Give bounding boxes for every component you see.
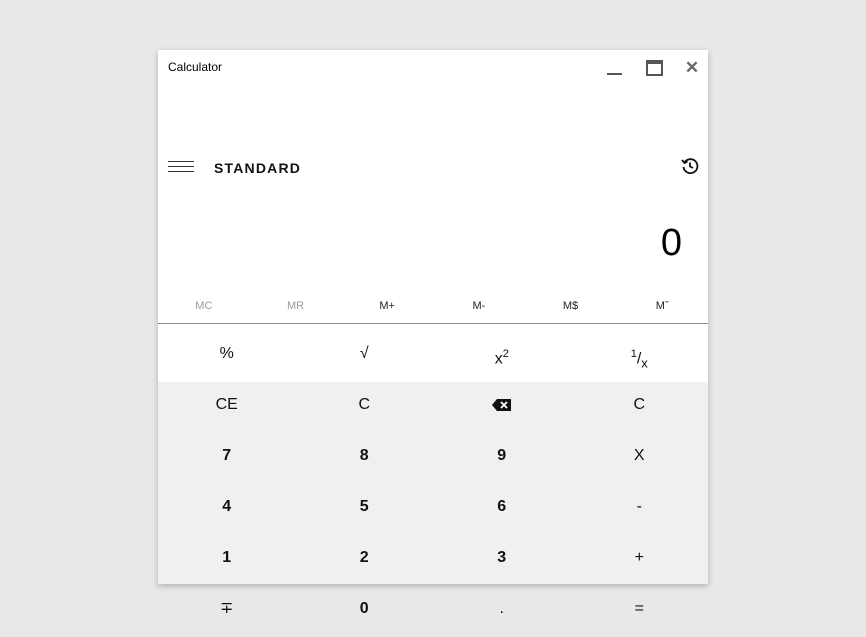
- maximize-icon: [645, 60, 663, 76]
- window-title: Calculator: [168, 60, 223, 74]
- digit-7-button[interactable]: 7: [158, 433, 296, 484]
- digit-5-button[interactable]: 5: [296, 484, 434, 535]
- calculator-top-panel: Calculator ✕ STANDARD 0 MC MR M+ M- M$ M…: [158, 50, 708, 332]
- backspace-button[interactable]: [433, 382, 571, 433]
- clear-button-2[interactable]: C: [571, 382, 709, 433]
- memory-add-button[interactable]: M+: [341, 292, 433, 320]
- digit-4-button[interactable]: 4: [158, 484, 296, 535]
- clear-button[interactable]: C: [296, 382, 434, 433]
- result-display: 0: [660, 222, 682, 264]
- percent-button[interactable]: %: [158, 332, 296, 382]
- square-base: x: [494, 350, 503, 368]
- divider: [158, 323, 708, 324]
- digit-3-button[interactable]: 3: [433, 535, 571, 586]
- square-button[interactable]: x2: [433, 332, 571, 382]
- history-button[interactable]: [680, 156, 700, 176]
- history-icon: [681, 158, 699, 175]
- digit-0-button[interactable]: 0: [296, 586, 434, 637]
- hamburger-menu-button[interactable]: [168, 161, 194, 175]
- reciprocal-denominator: x: [641, 355, 648, 371]
- clear-entry-button[interactable]: CE: [158, 382, 296, 433]
- minimize-icon: [606, 73, 622, 75]
- memory-row: MC MR M+ M- M$ Mˇ: [158, 292, 708, 320]
- digit-6-button[interactable]: 6: [433, 484, 571, 535]
- multiply-button[interactable]: X: [571, 433, 709, 484]
- square-exponent: 2: [502, 348, 509, 360]
- maximize-button[interactable]: [642, 58, 666, 78]
- memory-store-button[interactable]: M$: [525, 292, 617, 320]
- backspace-icon: [491, 398, 511, 411]
- digit-2-button[interactable]: 2: [296, 535, 434, 586]
- mode-title: STANDARD: [214, 160, 302, 176]
- reciprocal-button[interactable]: 1/x: [571, 332, 709, 382]
- close-icon: ✕: [684, 58, 700, 77]
- decimal-button[interactable]: .: [433, 586, 571, 637]
- function-row: % √ x2 1/x: [158, 332, 708, 382]
- minus-button[interactable]: -: [571, 484, 709, 535]
- memory-list-button[interactable]: Mˇ: [616, 292, 708, 320]
- calculator-window: Calculator ✕ STANDARD 0 MC MR M+ M- M$ M…: [158, 50, 708, 617]
- sqrt-button[interactable]: √: [296, 332, 434, 382]
- keypad: CE C C 7 8 9 X 4 5 6 - 1 2 3 + ∓ 0 . =: [158, 382, 708, 637]
- reciprocal-numerator: 1: [630, 348, 637, 360]
- negate-button[interactable]: ∓: [158, 586, 296, 637]
- memory-clear-button[interactable]: MC: [158, 292, 250, 320]
- plus-button[interactable]: +: [571, 535, 709, 586]
- hamburger-icon: [168, 161, 194, 162]
- digit-8-button[interactable]: 8: [296, 433, 434, 484]
- equals-button[interactable]: =: [571, 586, 709, 637]
- digit-9-button[interactable]: 9: [433, 433, 571, 484]
- memory-recall-button[interactable]: MR: [250, 292, 342, 320]
- digit-1-button[interactable]: 1: [158, 535, 296, 586]
- minimize-button[interactable]: [602, 58, 626, 78]
- close-button[interactable]: ✕: [680, 58, 704, 78]
- memory-subtract-button[interactable]: M-: [433, 292, 525, 320]
